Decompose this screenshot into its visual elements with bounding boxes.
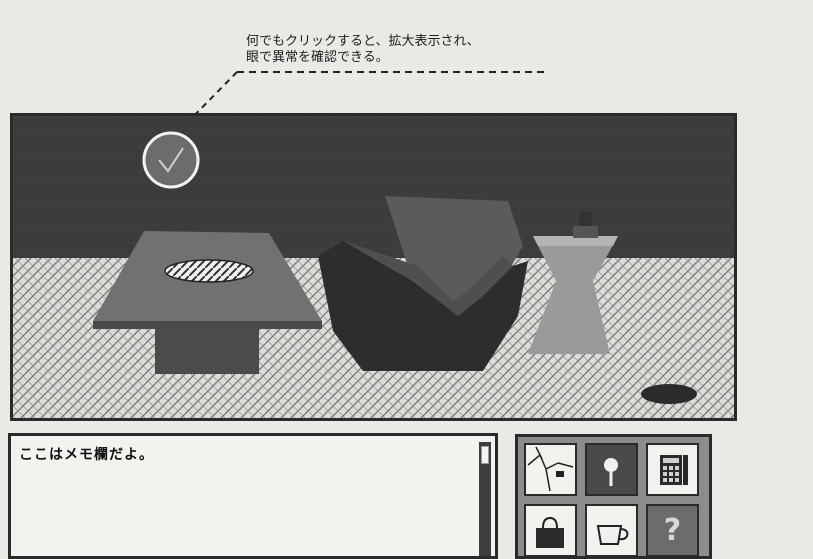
calculator-icon [660,455,688,485]
inspect-tool-button[interactable] [585,443,638,496]
room-scene[interactable] [10,113,737,421]
map-tool-button[interactable] [524,443,577,496]
map-icon [527,446,574,492]
magnifier-icon [604,458,618,486]
help-icon: ? [663,513,682,548]
check-target[interactable] [142,131,200,189]
bag-icon [536,516,564,548]
memo-panel[interactable]: ここはメモ欄だよ。 [8,433,498,559]
bag-tool-button[interactable] [524,504,577,557]
help-tool-button[interactable]: ? [646,504,699,557]
memo-scrollbar[interactable] [479,442,491,556]
tool-palette: ? [515,434,712,559]
memo-text[interactable]: ここはメモ欄だよ。 [19,444,154,464]
memo-scroll-thumb[interactable] [481,446,489,464]
floor-oval[interactable] [641,384,697,404]
cup-tool-button[interactable] [585,504,638,557]
cup-icon [596,525,629,545]
calculator-tool-button[interactable] [646,443,699,496]
